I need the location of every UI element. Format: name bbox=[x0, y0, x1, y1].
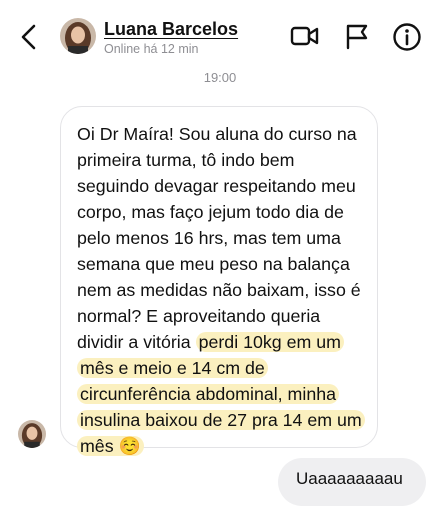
chat-header: Luana Barcelos Online há 12 min bbox=[0, 0, 440, 66]
contact-status: Online há 12 min bbox=[104, 42, 199, 56]
flag-icon[interactable] bbox=[344, 22, 370, 50]
incoming-message-text: Oi Dr Maíra! Sou aluna do curso na prime… bbox=[77, 121, 367, 459]
back-chevron-icon[interactable] bbox=[16, 22, 42, 52]
video-call-icon[interactable] bbox=[290, 22, 320, 50]
incoming-message-bubble[interactable]: Oi Dr Maíra! Sou aluna do curso na prime… bbox=[60, 106, 378, 456]
info-icon[interactable] bbox=[392, 22, 422, 52]
contact-name[interactable]: Luana Barcelos bbox=[104, 19, 238, 40]
message-timestamp: 19:00 bbox=[203, 70, 237, 85]
sender-avatar[interactable] bbox=[18, 420, 46, 448]
outgoing-message-text: Uaaaaaaaaau bbox=[296, 469, 403, 488]
avatar[interactable] bbox=[60, 18, 96, 54]
outgoing-message-bubble[interactable]: Uaaaaaaaaau bbox=[278, 458, 426, 506]
message-text-plain: Oi Dr Maíra! Sou aluna do curso na prime… bbox=[77, 124, 361, 352]
